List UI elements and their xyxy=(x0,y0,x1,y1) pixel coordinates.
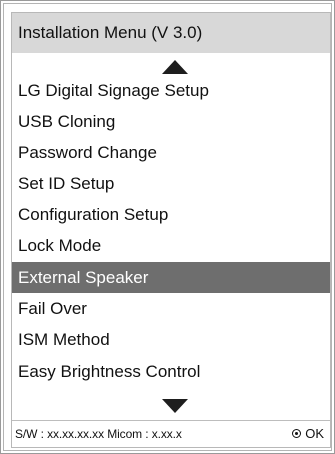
ok-label: OK xyxy=(305,426,324,441)
ok-button-icon xyxy=(292,429,302,438)
menu-item-password-change[interactable]: Password Change xyxy=(12,137,330,168)
title-bar: Installation Menu (V 3.0) xyxy=(12,13,330,53)
menu-item-set-id-setup[interactable]: Set ID Setup xyxy=(12,168,330,199)
triangle-down-icon[interactable] xyxy=(162,399,188,413)
installation-menu-window: Installation Menu (V 3.0) LG Digital Sig… xyxy=(0,0,335,454)
menu-item-usb-cloning[interactable]: USB Cloning xyxy=(12,106,330,137)
menu-item-external-speaker[interactable]: External Speaker xyxy=(12,262,330,293)
menu-item-fail-over[interactable]: Fail Over xyxy=(12,293,330,324)
menu-item-lg-digital-signage-setup[interactable]: LG Digital Signage Setup xyxy=(12,75,330,106)
version-info: S/W : xx.xx.xx.xx Micom : x.xx.x xyxy=(15,427,182,441)
menu-title: Installation Menu (V 3.0) xyxy=(18,23,203,42)
menu-item-configuration-setup[interactable]: Configuration Setup xyxy=(12,199,330,230)
menu-item-ism-method[interactable]: ISM Method xyxy=(12,324,330,355)
footer-bar: S/W : xx.xx.xx.xx Micom : x.xx.x OK xyxy=(12,420,330,447)
menu-item-lock-mode[interactable]: Lock Mode xyxy=(12,230,330,261)
triangle-up-icon[interactable] xyxy=(162,60,188,74)
menu-item-easy-brightness-control[interactable]: Easy Brightness Control xyxy=(12,356,330,387)
installation-menu: Installation Menu (V 3.0) LG Digital Sig… xyxy=(11,12,331,448)
window-inner-border: Installation Menu (V 3.0) LG Digital Sig… xyxy=(3,3,332,451)
ok-button[interactable]: OK xyxy=(292,426,324,441)
